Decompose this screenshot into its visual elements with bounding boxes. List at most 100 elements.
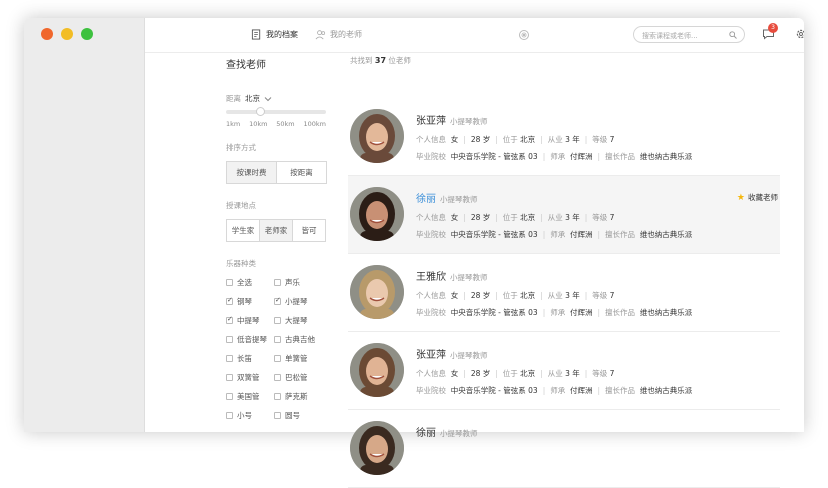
tab-my-teachers[interactable]: 我的老师 bbox=[315, 29, 362, 40]
avatar[interactable] bbox=[350, 343, 404, 397]
instrument-label-text: 大提琴 bbox=[285, 316, 308, 325]
teacher-mentor: 付辉洲 bbox=[570, 386, 593, 395]
works-label: 擅长作品 bbox=[605, 152, 636, 161]
mentor-label: 师承 bbox=[550, 308, 566, 317]
instrument-checkbox[interactable]: 低音提琴 bbox=[226, 334, 274, 345]
instrument-checkbox[interactable]: 钢琴 bbox=[226, 296, 274, 307]
separator: | bbox=[495, 213, 498, 222]
distance-ticks: 1km 10km 50km 100km bbox=[226, 120, 326, 128]
checkbox-box[interactable] bbox=[226, 315, 233, 324]
separator: | bbox=[542, 386, 546, 395]
separator: | bbox=[540, 213, 543, 222]
checkbox-box[interactable] bbox=[274, 317, 281, 324]
instrument-checkbox[interactable]: 圆号 bbox=[274, 410, 334, 421]
level-label: 等级 bbox=[592, 369, 608, 378]
sort-by-distance-button[interactable]: 按距离 bbox=[277, 161, 327, 184]
instrument-label-text: 美国管 bbox=[237, 392, 260, 401]
experience-label: 从业 bbox=[547, 213, 563, 222]
distance-slider-handle[interactable] bbox=[256, 107, 266, 116]
instrument-checkbox[interactable]: 长笛 bbox=[226, 353, 274, 364]
checkbox-box[interactable] bbox=[274, 336, 281, 343]
place-label: 授课地点 bbox=[226, 201, 256, 210]
checkbox-box[interactable] bbox=[274, 393, 281, 400]
teacher-card[interactable]: 王雅欣 小提琴教师 个人信息 女 | 28 岁 | 位于 北京 | 从业 3 年 | 等级 7 毕业院… bbox=[348, 254, 780, 332]
checkbox-box[interactable] bbox=[226, 355, 233, 362]
sort-by-fee-button[interactable]: 按课时费 bbox=[226, 161, 277, 184]
page-title: 查找老师 bbox=[226, 60, 266, 71]
avatar[interactable] bbox=[350, 421, 404, 475]
close-window-button[interactable] bbox=[41, 28, 53, 40]
checkbox-box[interactable] bbox=[226, 393, 233, 400]
instrument-checkbox[interactable]: 双簧管 bbox=[226, 372, 274, 383]
avatar[interactable] bbox=[350, 109, 404, 163]
teacher-gender: 女 bbox=[450, 291, 459, 300]
instrument-checkbox[interactable]: 小号 bbox=[226, 410, 274, 421]
checkbox-box[interactable] bbox=[274, 296, 281, 305]
checkbox-box[interactable] bbox=[226, 336, 233, 343]
place-teacher-home-button[interactable]: 老师家 bbox=[260, 219, 293, 242]
instrument-checklist: 全选 声乐钢琴 小提琴中提琴 大提琴低音提琴 古典吉他长笛 单簧管双簧管 巴松管美国管 萨克斯… bbox=[226, 277, 338, 421]
instrument-label-text: 小号 bbox=[237, 411, 252, 420]
distance-tick: 50km bbox=[276, 120, 295, 128]
tab-my-teachers-label: 我的老师 bbox=[330, 30, 362, 39]
checkbox-box[interactable] bbox=[226, 374, 233, 381]
place-either-button[interactable]: 皆可 bbox=[293, 219, 326, 242]
separator: | bbox=[584, 135, 588, 144]
instrument-checkbox[interactable]: 声乐 bbox=[274, 277, 334, 288]
chevron-down-icon[interactable] bbox=[264, 96, 272, 102]
separator: | bbox=[495, 135, 498, 144]
teacher-card[interactable]: 徐丽 小提琴教师 个人信息 女 | 28 岁 | 位于 北京 | 从业 3 年 | 等级 7 毕业院校… bbox=[348, 176, 780, 254]
instrument-checkbox[interactable]: 全选 bbox=[226, 277, 274, 288]
instrument-checkbox[interactable]: 单簧管 bbox=[274, 353, 334, 364]
teacher-card[interactable]: 徐丽 小提琴教师 bbox=[348, 410, 780, 488]
instrument-checkbox[interactable]: 美国管 bbox=[226, 391, 274, 402]
checkbox-box[interactable] bbox=[274, 355, 281, 362]
favorite-teacher-button[interactable]: ★ 收藏老师 bbox=[737, 192, 778, 203]
separator: | bbox=[463, 291, 466, 300]
teacher-name: 张亚萍 bbox=[416, 116, 446, 127]
teacher-card[interactable]: 张亚萍 小提琴教师 个人信息 女 | 28 岁 | 位于 北京 | 从业 3 年 | 等级 7 毕业院… bbox=[348, 332, 780, 410]
teacher-age: 28 岁 bbox=[470, 213, 491, 222]
instrument-checkbox[interactable]: 巴松管 bbox=[274, 372, 334, 383]
teacher-level: 7 bbox=[609, 369, 615, 378]
experience-label: 从业 bbox=[547, 291, 563, 300]
result-count-number: 37 bbox=[374, 56, 387, 65]
checkbox-box[interactable] bbox=[226, 412, 233, 419]
distance-filter[interactable]: 距离 北京 bbox=[226, 93, 338, 104]
teacher-city: 北京 bbox=[520, 369, 536, 378]
teacher-card[interactable]: 张亚萍 小提琴教师 个人信息 女 | 28 岁 | 位于 北京 | 从业 3 年 | 等级 7 毕业院… bbox=[348, 98, 780, 176]
location-label: 位于 bbox=[502, 213, 518, 222]
checkbox-box[interactable] bbox=[226, 296, 233, 305]
checkbox-box[interactable] bbox=[226, 279, 233, 286]
checkbox-box[interactable] bbox=[274, 412, 281, 419]
place-student-home-button[interactable]: 学生家 bbox=[226, 219, 260, 242]
avatar[interactable] bbox=[350, 187, 404, 241]
tab-my-profile[interactable]: 我的档案 bbox=[251, 29, 298, 40]
zoom-window-button[interactable] bbox=[81, 28, 93, 40]
checkbox-box[interactable] bbox=[274, 279, 281, 286]
search-input[interactable]: 搜索课程或老师... bbox=[633, 26, 745, 43]
instrument-label-text: 小提琴 bbox=[285, 297, 308, 306]
teacher-school: 中央音乐学院 - 管弦系 03 bbox=[450, 230, 538, 239]
checkbox-box[interactable] bbox=[274, 374, 281, 381]
instrument-checkbox[interactable]: 萨克斯 bbox=[274, 391, 334, 402]
gear-icon[interactable] bbox=[795, 28, 804, 40]
distance-slider[interactable] bbox=[226, 107, 326, 116]
teacher-city: 北京 bbox=[520, 213, 536, 222]
instrument-checkbox[interactable]: 小提琴 bbox=[274, 296, 334, 307]
minimize-window-button[interactable] bbox=[61, 28, 73, 40]
separator: | bbox=[597, 386, 601, 395]
avatar[interactable] bbox=[350, 265, 404, 319]
teacher-title: 小提琴教师 bbox=[450, 273, 488, 282]
info-label: 个人信息 bbox=[416, 369, 446, 378]
teacher-mentor: 付辉洲 bbox=[570, 230, 593, 239]
instrument-checkbox[interactable]: 古典吉他 bbox=[274, 334, 334, 345]
teacher-title: 小提琴教师 bbox=[440, 195, 478, 204]
teacher-icon bbox=[315, 30, 326, 40]
instrument-checkbox[interactable]: 中提琴 bbox=[226, 315, 274, 326]
separator: | bbox=[597, 152, 601, 161]
teacher-name-row: 徐丽 小提琴教师 bbox=[416, 190, 478, 205]
instrument-checkbox[interactable]: 大提琴 bbox=[274, 315, 334, 326]
search-icon[interactable] bbox=[729, 31, 737, 39]
teacher-info-row: 个人信息 女 | 28 岁 | 位于 北京 | 从业 3 年 | 等级 7 bbox=[416, 134, 614, 145]
